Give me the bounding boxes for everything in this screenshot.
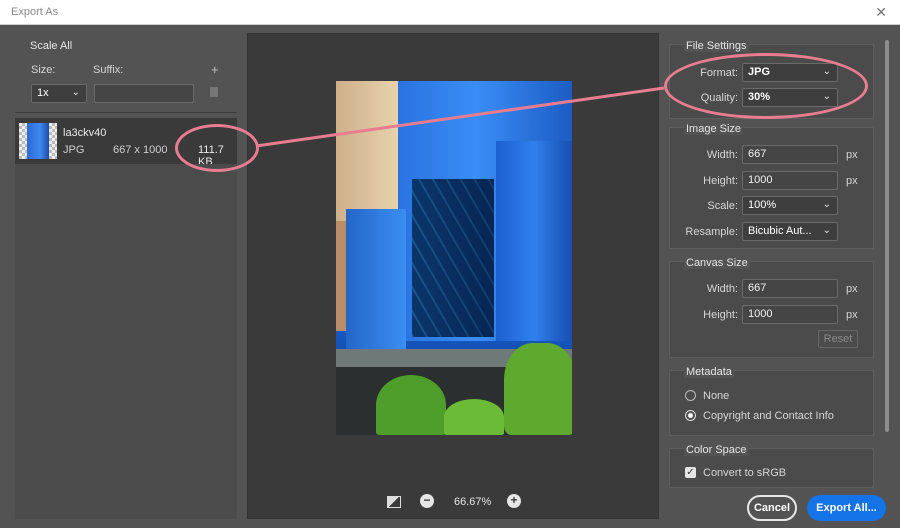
- scale-percent-value: 100%: [748, 199, 777, 211]
- asset-list-area: [15, 164, 237, 519]
- asset-name: la3ckv40: [63, 127, 107, 139]
- canvas-width-unit: px: [846, 283, 858, 295]
- size-label: Size:: [31, 64, 56, 76]
- suffix-input[interactable]: [94, 84, 194, 103]
- window-title: Export As: [11, 6, 59, 18]
- close-icon[interactable]: ✕: [875, 4, 887, 21]
- photo-lattice-building: [412, 179, 494, 337]
- chevron-down-icon: ⌄: [822, 199, 831, 210]
- photo-blue-block-left: [346, 209, 406, 349]
- scale-percent-select[interactable]: 100% ⌄: [742, 196, 838, 215]
- canvas-width-label: Width:: [706, 283, 738, 295]
- photo-tree-left: [376, 375, 446, 435]
- metadata-title: Metadata: [684, 366, 734, 378]
- image-width-unit: px: [846, 149, 858, 161]
- photo-tower-left: [336, 81, 398, 221]
- canvas-height-input[interactable]: 1000: [742, 305, 838, 324]
- cancel-button[interactable]: Cancel: [747, 495, 797, 521]
- photo-tree-right: [504, 343, 572, 435]
- export-all-button[interactable]: Export All...: [807, 495, 886, 521]
- annotation-circle-file-settings: [664, 53, 868, 119]
- scale-select[interactable]: 1x ⌄: [31, 84, 87, 103]
- convert-srgb-label: Convert to sRGB: [703, 467, 787, 479]
- resample-value: Bicubic Aut...: [748, 225, 812, 237]
- metadata-panel: [669, 370, 874, 436]
- photo-tree-mid: [444, 399, 504, 435]
- canvas-width-input[interactable]: 667: [742, 279, 838, 298]
- file-settings-title: File Settings: [684, 40, 749, 52]
- chevron-down-icon: ⌄: [822, 225, 831, 236]
- canvas-height-unit: px: [846, 309, 858, 321]
- reset-button[interactable]: Reset: [818, 330, 858, 348]
- image-width-label: Width:: [706, 149, 738, 161]
- chevron-down-icon: ⌄: [71, 87, 80, 98]
- resample-select[interactable]: Bicubic Aut... ⌄: [742, 222, 838, 241]
- asset-dimensions: 667 x 1000: [113, 144, 168, 156]
- thumbnail-image: [27, 123, 49, 159]
- photo-right-tower: [496, 141, 572, 341]
- image-size-title: Image Size: [684, 123, 744, 135]
- zoom-in-icon[interactable]: +: [507, 494, 521, 508]
- window-titlebar: Export As ✕: [0, 0, 900, 25]
- preview-photo: [336, 81, 572, 435]
- settings-scrollbar[interactable]: [885, 40, 889, 432]
- toggle-preview-icon[interactable]: [387, 496, 401, 508]
- image-height-label: Height:: [703, 175, 738, 187]
- asset-thumbnail: [19, 123, 57, 159]
- add-scale-icon[interactable]: +: [211, 62, 219, 77]
- resample-label: Resample:: [685, 226, 738, 238]
- zoom-out-icon[interactable]: −: [420, 494, 434, 508]
- image-height-unit: px: [846, 175, 858, 187]
- annotation-circle-filesize: [175, 124, 259, 172]
- metadata-copyright-label: Copyright and Contact Info: [703, 410, 834, 422]
- divider: [15, 112, 237, 113]
- color-space-title: Color Space: [684, 444, 749, 456]
- image-width-input[interactable]: 667: [742, 145, 838, 164]
- preview-area: − 66.67% +: [247, 33, 659, 519]
- metadata-copyright-radio[interactable]: [685, 410, 696, 421]
- scale-label: Scale:: [707, 200, 738, 212]
- metadata-none-label: None: [703, 390, 730, 402]
- asset-format: JPG: [63, 144, 85, 156]
- trash-icon[interactable]: [210, 87, 218, 97]
- scale-select-value: 1x: [37, 87, 49, 99]
- suffix-label: Suffix:: [93, 64, 124, 76]
- canvas-size-title: Canvas Size: [684, 257, 750, 269]
- canvas-height-label: Height:: [703, 309, 738, 321]
- zoom-level: 66.67%: [454, 496, 492, 508]
- convert-srgb-checkbox[interactable]: ✓: [685, 467, 696, 478]
- metadata-none-radio[interactable]: [685, 390, 696, 401]
- scale-all-title: Scale All: [30, 40, 73, 52]
- image-height-input[interactable]: 1000: [742, 171, 838, 190]
